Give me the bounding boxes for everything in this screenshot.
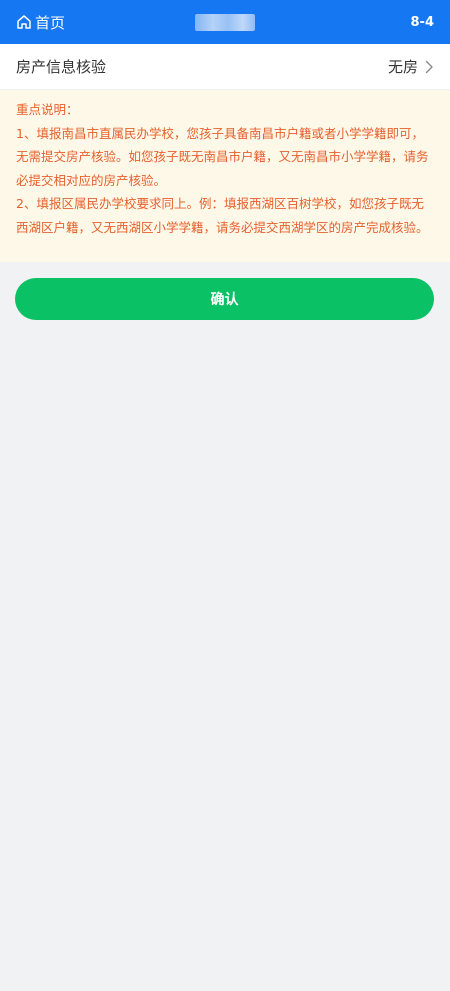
page-code: 8-4 xyxy=(410,14,435,30)
house-info-value: 无房 xyxy=(387,58,418,76)
key-notice-panel: 重点说明： 1、填报南昌市直属民办学校，您孩子具备南昌市户籍或者小学学籍即可，无… xyxy=(0,90,450,262)
home-label: 首页 xyxy=(35,13,66,32)
chevron-right-icon xyxy=(425,60,433,73)
notice-title: 重点说明： xyxy=(16,102,79,117)
notice-paragraph-2: 2、填报区属民办学校要求同上。例：填报西湖区百树学校，如您孩子既无西湖区户籍，又… xyxy=(16,196,429,235)
top-nav-bar: 首页 8-4 xyxy=(0,0,450,44)
house-info-label: 房产信息核验 xyxy=(16,58,107,76)
notice-paragraph-1: 1、填报南昌市直属民办学校，您孩子具备南昌市户籍或者小学学籍即可，无需提交房产核… xyxy=(16,125,429,188)
confirm-button[interactable]: 确认 xyxy=(15,278,434,320)
home-link[interactable]: 首页 xyxy=(16,0,65,44)
page-title-redacted xyxy=(195,14,255,31)
house-info-verify-row[interactable]: 房产信息核验 无房 xyxy=(0,44,450,90)
home-icon xyxy=(17,15,31,29)
